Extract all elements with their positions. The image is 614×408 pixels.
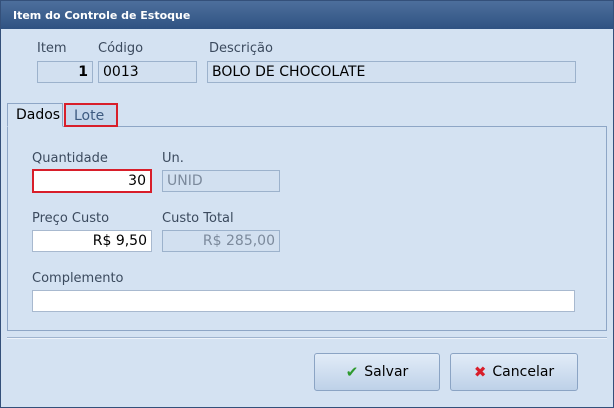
descricao-label: Descrição [209,41,273,56]
un-label: Un. [162,151,184,166]
tab-panel-dados: Quantidade 30 Un. UNID Preço Custo R$ 9,… [7,127,607,331]
quantidade-input[interactable]: 30 [32,169,152,193]
preco-custo-label: Preço Custo [32,211,110,226]
header-panel: Item 1 Código 0013 Descrição BOLO DE CHO… [7,31,607,93]
quantidade-label: Quantidade [32,151,108,166]
salvar-button-label: Salvar [364,364,409,380]
cancelar-button[interactable]: ✖ Cancelar [450,353,578,391]
salvar-button[interactable]: ✔ Salvar [314,353,440,391]
item-field: 1 [37,61,93,83]
preco-custo-input[interactable]: R$ 9,50 [32,230,152,252]
cancelar-button-label: Cancelar [492,364,555,380]
tab-lote[interactable]: Lote [64,103,118,127]
codigo-label: Código [98,41,144,56]
item-label: Item [37,41,67,56]
codigo-field: 0013 [98,61,197,83]
complemento-input[interactable] [32,290,575,312]
dialog-window: Item do Controle de Estoque Item 1 Códig… [0,0,614,408]
complemento-label: Complemento [32,271,124,286]
x-icon: ✖ [473,363,487,381]
descricao-field: BOLO DE CHOCOLATE [207,61,576,83]
tab-strip: Dados Lote [7,101,607,127]
un-field: UNID [162,170,280,192]
custo-total-field: R$ 285,00 [162,230,280,252]
custo-total-label: Custo Total [162,211,234,226]
window-title: Item do Controle de Estoque [1,1,613,29]
checkmark-icon: ✔ [345,363,359,381]
footer-divider [7,337,607,339]
tab-dados[interactable]: Dados [7,103,63,127]
